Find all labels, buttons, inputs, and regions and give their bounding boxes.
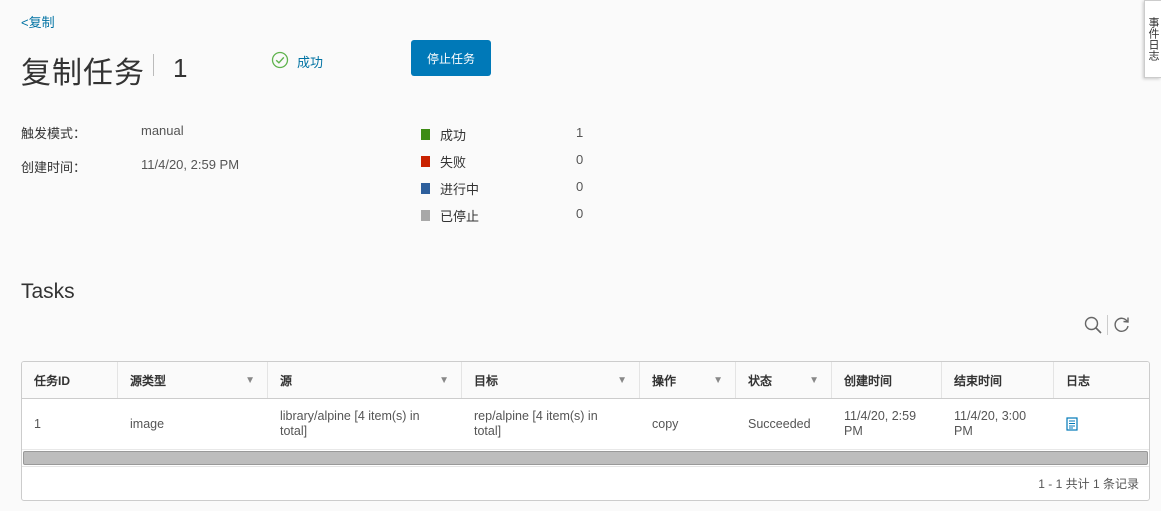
column-label: 源类型	[130, 373, 167, 388]
column-header-target[interactable]: 目标 ▼	[462, 362, 640, 398]
summary-count: 0	[576, 178, 584, 194]
column-header-task-id[interactable]: 任务ID	[22, 362, 118, 398]
trigger-mode-value: manual	[141, 123, 184, 138]
job-id: 1	[173, 53, 188, 83]
trigger-mode-label: 触发模式：	[21, 126, 87, 141]
filter-icon[interactable]: ▼	[713, 375, 723, 386]
created-time-label: 创建时间：	[21, 160, 87, 175]
back-link[interactable]: <复制	[21, 12, 55, 31]
tasks-datagrid: 任务ID 源类型 ▼ 源 ▼ 目标 ▼ 操作 ▼ 状态 ▼ 创建时间 结束时间 日志 1 …	[21, 361, 1150, 501]
cell-source-type: image	[130, 416, 165, 431]
summary-label: 已停止	[440, 209, 480, 224]
status-swatch	[421, 156, 430, 167]
cell-status: Succeeded	[748, 416, 811, 431]
stop-job-button[interactable]: 停止任务	[411, 40, 491, 76]
status-swatch	[421, 210, 430, 221]
column-label: 日志	[1066, 373, 1091, 388]
job-status: 成功	[271, 51, 323, 72]
filter-icon[interactable]: ▼	[439, 375, 449, 386]
table-row: 1 image library/alpine [4 item(s) in tot…	[22, 399, 1149, 450]
cell-task-id: 1	[34, 416, 41, 431]
cell-created: 11/4/20, 2:59 PM	[844, 409, 917, 438]
filter-icon[interactable]: ▼	[617, 375, 627, 386]
summary-row-in-progress: 进行中 0	[421, 175, 621, 202]
horizontal-scrollbar[interactable]	[22, 450, 1149, 467]
check-circle-icon	[271, 51, 289, 72]
created-time-value: 11/4/20, 2:59 PM	[141, 157, 240, 172]
summary-label: 成功	[440, 128, 467, 143]
column-header-ended[interactable]: 结束时间	[942, 362, 1054, 398]
column-label: 操作	[652, 373, 677, 388]
filter-icon[interactable]: ▼	[245, 375, 255, 386]
summary-label: 进行中	[440, 182, 480, 197]
refresh-icon[interactable]	[1112, 315, 1132, 335]
search-icon[interactable]	[1083, 315, 1103, 335]
column-label: 源	[280, 373, 293, 388]
column-header-source-type[interactable]: 源类型 ▼	[118, 362, 268, 398]
column-header-created[interactable]: 创建时间	[832, 362, 942, 398]
event-log-side-tab[interactable]: 事件日志	[1144, 0, 1161, 78]
column-label: 目标	[474, 373, 499, 388]
column-label: 结束时间	[954, 373, 1003, 388]
column-header-source[interactable]: 源 ▼	[268, 362, 462, 398]
summary-count: 0	[576, 205, 584, 221]
tasks-section-title: Tasks	[21, 280, 75, 303]
status-swatch	[421, 183, 430, 194]
summary-label: 失败	[440, 155, 467, 170]
filter-icon[interactable]: ▼	[809, 375, 819, 386]
scrollbar-thumb[interactable]	[23, 451, 1148, 465]
summary-row-success: 成功 1	[421, 121, 621, 148]
grid-footer: 1 - 1 共计 1 条记录	[1038, 477, 1139, 491]
summary-row-failed: 失败 0	[421, 148, 621, 175]
summary-row-stopped: 已停止 0	[421, 202, 621, 229]
log-document-icon[interactable]	[1066, 417, 1078, 431]
cell-target: rep/alpine [4 item(s) in total]	[474, 409, 598, 438]
task-summary: 成功 1 失败 0 进行中 0 已停止 0	[421, 121, 621, 229]
toolbar-divider	[1107, 315, 1108, 335]
column-label: 状态	[748, 373, 773, 388]
column-label: 创建时间	[844, 373, 893, 388]
grid-header: 任务ID 源类型 ▼ 源 ▼ 目标 ▼ 操作 ▼ 状态 ▼ 创建时间 结束时间 日志	[22, 362, 1149, 399]
cell-log	[1054, 399, 1147, 449]
summary-count: 1	[576, 124, 584, 140]
job-status-label: 成功	[297, 55, 324, 70]
cell-source: library/alpine [4 item(s) in total]	[280, 409, 420, 438]
title-divider	[153, 54, 154, 76]
column-label: 任务ID	[34, 373, 71, 388]
column-header-log[interactable]: 日志	[1054, 362, 1147, 398]
summary-count: 0	[576, 151, 584, 167]
page-title: 复制任务	[21, 57, 145, 90]
cell-ended: 11/4/20, 3:00 PM	[954, 409, 1027, 438]
grid-toolbar	[1083, 315, 1132, 335]
status-swatch	[421, 129, 430, 140]
cell-operation: copy	[652, 416, 679, 431]
column-header-status[interactable]: 状态 ▼	[736, 362, 832, 398]
column-header-operation[interactable]: 操作 ▼	[640, 362, 736, 398]
